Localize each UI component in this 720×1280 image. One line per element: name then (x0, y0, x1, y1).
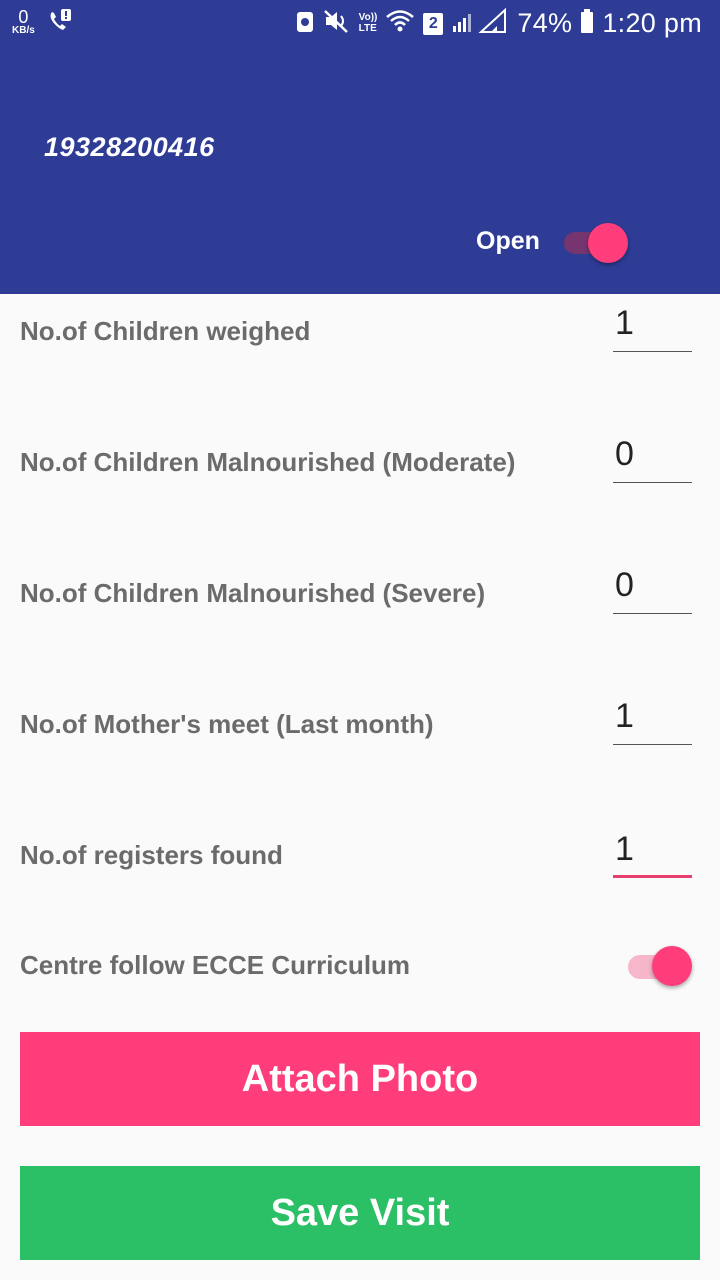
volte-indicator: Vo)) LTE (358, 12, 378, 34)
sim-badge: 2 (423, 12, 444, 35)
signal-icon (451, 7, 509, 39)
ecce-label: Centre follow ECCE Curriculum (20, 950, 411, 980)
battery-percent: 74% (517, 8, 573, 38)
mute-icon (323, 8, 351, 39)
network-speed-unit: KB/s (12, 25, 35, 36)
mothers-meet-value: 1 (615, 697, 634, 735)
clock: 1:20 pm (602, 8, 702, 38)
malnourished-severe-label: No.of Children Malnourished (Severe) (20, 578, 486, 608)
malnourished-moderate-input[interactable]: 0 (613, 433, 692, 483)
save-visit-button[interactable]: Save Visit (20, 1166, 700, 1260)
android-icon (295, 8, 315, 39)
network-speed: 0 KB/s (12, 8, 35, 36)
network-speed-value: 0 (18, 7, 29, 27)
malnourished-severe-input[interactable]: 0 (613, 564, 692, 614)
app-header: 19328200416 Open (0, 50, 720, 294)
ecce-switch[interactable] (626, 944, 696, 988)
children-weighed-value: 1 (615, 304, 634, 342)
open-label: Open (476, 227, 540, 255)
malnourished-moderate-label: No.of Children Malnourished (Moderate) (20, 447, 516, 477)
registers-found-label: No.of registers found (20, 840, 283, 870)
volte-bottom: LTE (358, 22, 377, 34)
malnourished-severe-value: 0 (615, 566, 634, 604)
wifi-call-icon (47, 8, 73, 39)
centre-id: 19328200416 (44, 132, 215, 162)
open-switch[interactable] (564, 223, 630, 263)
children-weighed-input[interactable]: 1 (613, 302, 692, 352)
mothers-meet-input[interactable]: 1 (613, 695, 692, 745)
status-bar-left: 0 KB/s (12, 8, 73, 39)
attach-photo-button[interactable]: Attach Photo (20, 1032, 700, 1126)
registers-found-value: 1 (615, 830, 634, 868)
wifi-icon (385, 9, 415, 38)
ecce-switch-thumb (652, 946, 692, 986)
registers-found-input[interactable]: 1 (613, 828, 692, 878)
malnourished-moderate-value: 0 (615, 435, 634, 473)
status-bar: 0 KB/s Vo)) LTE 2 74% 1:20 pm (0, 0, 720, 50)
status-bar-right: Vo)) LTE 2 74% 1:20 pm (295, 7, 702, 39)
mothers-meet-label: No.of Mother's meet (Last month) (20, 709, 434, 739)
battery-icon (580, 8, 594, 39)
volte-top: Vo)) (358, 12, 378, 23)
open-switch-thumb (588, 223, 628, 263)
children-weighed-label: No.of Children weighed (20, 316, 311, 346)
